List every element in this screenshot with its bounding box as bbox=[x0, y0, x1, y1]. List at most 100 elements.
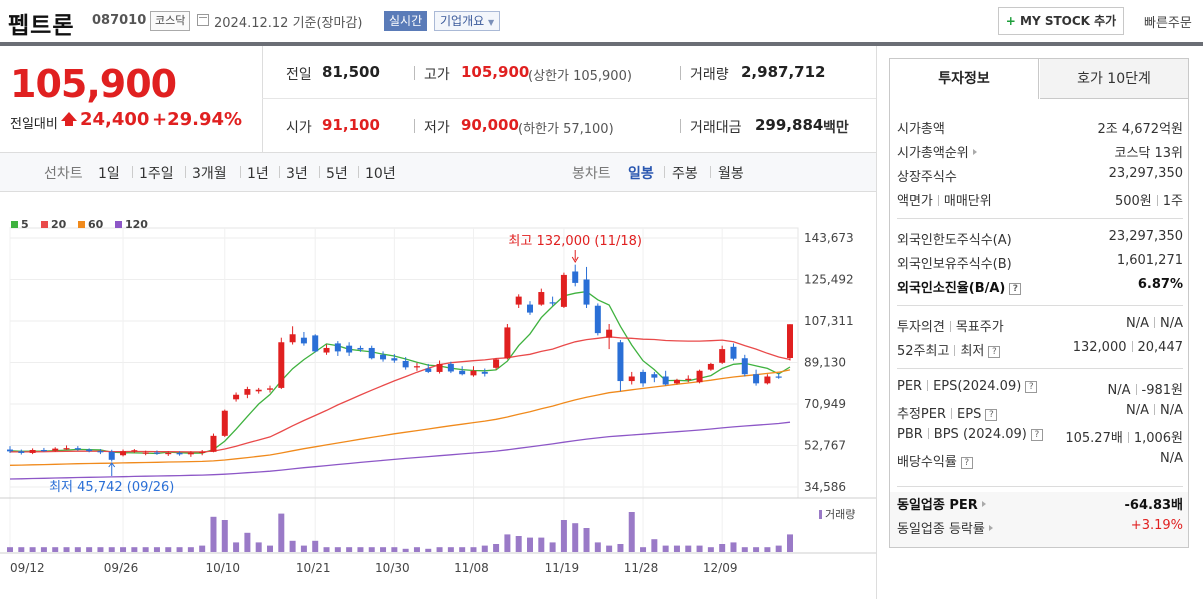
realtime-button[interactable]: 실시간 bbox=[384, 11, 427, 31]
help-icon[interactable]: ? bbox=[961, 457, 973, 469]
divider bbox=[938, 195, 939, 206]
x-tick-label: 11/28 bbox=[624, 561, 659, 575]
open-label: 시가 bbox=[286, 117, 312, 137]
info-row: 액면가매매단위500원1주 bbox=[897, 188, 1183, 212]
tab-divider bbox=[279, 166, 280, 178]
info-value: 6.87% bbox=[1138, 277, 1183, 292]
tab-period-5년[interactable]: 5년 bbox=[326, 163, 348, 183]
volume-bar bbox=[75, 547, 81, 552]
info-key: 투자의견목표주가 bbox=[897, 316, 1004, 335]
divider bbox=[680, 66, 681, 80]
candle-body bbox=[30, 450, 36, 453]
x-tick-label: 12/09 bbox=[703, 561, 738, 575]
candle-body bbox=[595, 306, 601, 333]
candle-body bbox=[312, 335, 318, 351]
amount-unit: 백만 bbox=[823, 117, 849, 137]
candle-body bbox=[504, 327, 510, 358]
info-key[interactable]: 시가총액순위 bbox=[897, 142, 977, 161]
candle-body bbox=[697, 371, 703, 382]
candle-body bbox=[97, 451, 103, 452]
volume-bar bbox=[764, 547, 770, 552]
calendar-icon bbox=[197, 14, 209, 26]
plus-icon: + bbox=[1006, 14, 1016, 28]
volume-bar bbox=[719, 544, 725, 552]
info-value: 23,297,350 bbox=[1109, 166, 1183, 181]
legend-swatch bbox=[11, 221, 18, 228]
info-row: 52주최고최저?132,00020,447 bbox=[897, 338, 1183, 362]
high-label: 고가 bbox=[424, 64, 450, 84]
volume-bar bbox=[278, 514, 284, 552]
volume-bar bbox=[391, 547, 397, 552]
chevron-right-icon bbox=[973, 149, 977, 155]
volume-bar bbox=[222, 520, 228, 552]
candle-body bbox=[41, 450, 47, 451]
help-icon[interactable]: ? bbox=[988, 346, 1000, 358]
info-row: 투자의견목표주가N/AN/A bbox=[897, 314, 1183, 338]
tab-order-book[interactable]: 호가 10단계 bbox=[1040, 59, 1188, 99]
line-chart-label: 선차트 bbox=[44, 163, 83, 183]
quick-order-link[interactable]: 빠른주문 bbox=[1144, 12, 1192, 31]
price-row-divider bbox=[262, 98, 876, 99]
y-tick-label: 52,767 bbox=[804, 439, 846, 453]
tab-period-1일[interactable]: 1일 bbox=[98, 163, 120, 183]
help-icon[interactable]: ? bbox=[1031, 429, 1043, 441]
candle-body bbox=[663, 376, 669, 384]
legend-swatch bbox=[115, 221, 122, 228]
tab-period-3년[interactable]: 3년 bbox=[286, 163, 308, 183]
volume-bar bbox=[369, 547, 375, 552]
candle-body bbox=[120, 451, 126, 455]
candle-body bbox=[75, 448, 81, 449]
price-change-pct: +29.94% bbox=[152, 109, 242, 130]
tab-investment-info[interactable]: 투자정보 bbox=[890, 59, 1039, 99]
tab-candle-월봉[interactable]: 월봉 bbox=[718, 163, 744, 183]
tab-period-3개월[interactable]: 3개월 bbox=[192, 163, 227, 183]
candle-body bbox=[278, 342, 284, 388]
candle-body bbox=[7, 450, 13, 452]
help-icon[interactable]: ? bbox=[1025, 381, 1037, 393]
company-overview-button[interactable]: 기업개요 ▼ bbox=[434, 11, 500, 31]
volume-bar bbox=[131, 547, 137, 552]
volume-bar bbox=[312, 541, 318, 552]
tab-candle-주봉[interactable]: 주봉 bbox=[672, 163, 698, 183]
candle-body bbox=[776, 376, 782, 377]
info-key[interactable]: 동일업종 PER bbox=[897, 494, 986, 513]
candle-body bbox=[651, 374, 657, 377]
section-divider bbox=[897, 305, 1183, 306]
volume-bar bbox=[561, 520, 567, 552]
tab-divider bbox=[132, 166, 133, 178]
info-value: 1,601,271 bbox=[1117, 253, 1183, 268]
tab-period-1년[interactable]: 1년 bbox=[247, 163, 269, 183]
candle-body bbox=[482, 372, 488, 374]
tab-period-1주일[interactable]: 1주일 bbox=[139, 163, 174, 183]
volume-bar bbox=[459, 547, 465, 552]
volume-bar bbox=[595, 542, 601, 552]
info-key-text: 동일업종 등락률 bbox=[897, 522, 985, 537]
divider bbox=[1128, 432, 1129, 443]
volume-bar bbox=[30, 547, 36, 552]
info-key[interactable]: 동일업종 등락률 bbox=[897, 518, 993, 537]
candle-body bbox=[165, 453, 171, 454]
tab-period-10년[interactable]: 10년 bbox=[365, 163, 396, 183]
volume-bar bbox=[493, 544, 499, 552]
tab-divider bbox=[240, 166, 241, 178]
info-key-part: 목표주가 bbox=[956, 320, 1004, 335]
info-key-part: 최저 bbox=[960, 344, 984, 359]
add-mystock-button[interactable]: + MY STOCK 추가 bbox=[998, 7, 1124, 35]
candle-body bbox=[629, 376, 635, 381]
volume-bar bbox=[753, 547, 759, 552]
help-icon[interactable]: ? bbox=[1009, 283, 1021, 295]
tab-divider bbox=[358, 166, 359, 178]
volume-bar bbox=[357, 547, 363, 552]
volume-bar bbox=[233, 542, 239, 552]
stock-chart[interactable]: 143,673125,492107,31189,13070,94952,7673… bbox=[0, 200, 876, 599]
candle-body bbox=[730, 347, 736, 359]
header-divider bbox=[0, 42, 1203, 46]
info-row: 외국인보유주식수(B)1,601,271 bbox=[897, 251, 1183, 275]
volume-bar bbox=[708, 547, 714, 552]
info-row: 시가총액순위코스닥 13위 bbox=[897, 140, 1183, 164]
market-badge: 코스닥 bbox=[150, 11, 190, 31]
help-icon[interactable]: ? bbox=[985, 409, 997, 421]
tab-candle-일봉[interactable]: 일봉 bbox=[628, 163, 654, 183]
info-row: 시가총액2조 4,672억원 bbox=[897, 116, 1183, 140]
candle-body bbox=[64, 448, 70, 449]
